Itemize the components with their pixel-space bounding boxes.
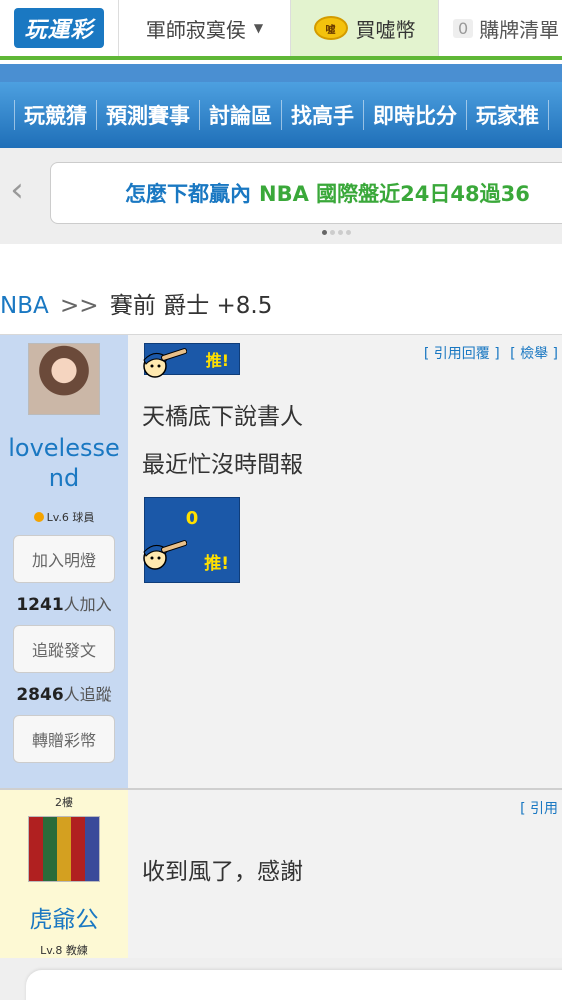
- post-text-line: 收到風了，感謝: [142, 859, 303, 885]
- post-actions: [ 引用回覆 ] [ 檢舉 ]: [418, 343, 558, 363]
- track-posts-button[interactable]: 追蹤發文: [13, 625, 115, 673]
- breadcrumb: NBA >> 賽前 爵士 +8.5: [0, 286, 272, 320]
- post-item: lovelessend Lv.6 球員 加入明燈 1241人加入 追蹤發文 28…: [0, 334, 562, 788]
- nav-item-experts[interactable]: 找高手: [282, 100, 364, 130]
- chevron-down-icon: ▼: [253, 21, 264, 35]
- breadcrumb-league-link[interactable]: NBA: [0, 293, 49, 319]
- carousel-dots: [322, 230, 351, 235]
- push-badge-label: 推!: [205, 351, 229, 370]
- nav-item-predict[interactable]: 預測賽事: [97, 100, 200, 130]
- nav-item-live-score[interactable]: 即時比分: [364, 100, 467, 130]
- light-count: 1241人加入: [16, 591, 111, 615]
- baseball-mascot-icon: [143, 540, 187, 570]
- push-button[interactable]: 0 推!: [143, 497, 240, 583]
- carousel-dot[interactable]: [322, 230, 327, 235]
- post-item: 2樓 虎爺公 Lv.8 教練 [ 引用 收到風了，感謝: [0, 788, 562, 958]
- post-actions: [ 引用: [514, 798, 558, 818]
- avatar[interactable]: [28, 343, 100, 415]
- push-badge: 推!: [143, 343, 240, 378]
- cart-count-badge: 0: [453, 18, 474, 38]
- coin-icon: 噓: [313, 16, 348, 40]
- avatar[interactable]: [28, 816, 100, 882]
- cart-label: 購牌清單: [479, 17, 560, 42]
- gift-coin-button[interactable]: 轉贈彩幣: [13, 715, 115, 763]
- top-bar: 玩運彩 軍師寂寞侯 ▼ 噓 買噓幣 0 購牌清單: [0, 0, 562, 60]
- user-name: 軍師寂寞侯: [145, 17, 246, 42]
- track-count: 2846人追蹤: [16, 681, 111, 705]
- author-level: Lv.8 教練: [40, 944, 88, 957]
- ticker-highlight: NBA 國際盤近24日48過36: [259, 182, 530, 206]
- author-sidebar: 2樓 虎爺公 Lv.8 教練: [0, 790, 128, 958]
- light-count-suffix: 人加入: [63, 595, 112, 614]
- nav-item-forum[interactable]: 討論區: [200, 100, 282, 130]
- floor-number: 2樓: [55, 796, 73, 809]
- level-label: Lv.6 球員: [46, 511, 95, 524]
- push-count: 0: [185, 508, 199, 529]
- breadcrumb-separator: >>: [60, 293, 99, 319]
- carousel-dot[interactable]: [330, 230, 335, 235]
- follow-light-button[interactable]: 加入明燈: [13, 535, 115, 583]
- nav-item-guess[interactable]: 玩競猜: [14, 100, 97, 130]
- post-text-line: 天橋底下說書人: [142, 404, 303, 430]
- reply-panel[interactable]: [26, 970, 562, 1000]
- carousel-dot[interactable]: [346, 230, 351, 235]
- report-link[interactable]: [ 檢舉 ]: [510, 346, 558, 362]
- track-count-suffix: 人追蹤: [63, 685, 112, 704]
- post-text-line: 最近忙沒時間報: [142, 452, 303, 478]
- ticker-banner[interactable]: 怎麼下都贏內 NBA 國際盤近24日48過36: [50, 162, 562, 224]
- baseball-mascot-icon: [143, 348, 187, 378]
- logo-text: 玩運彩: [14, 8, 104, 48]
- buy-coin-label: 買噓幣: [355, 17, 416, 42]
- cart-button[interactable]: 0 購牌清單: [438, 0, 562, 56]
- ticker-carousel: ‹ 怎麼下都贏內 NBA 國際盤近24日48過36: [0, 148, 562, 244]
- quote-reply-link[interactable]: [ 引用回覆 ]: [424, 346, 500, 362]
- buy-coin-button[interactable]: 噓 買噓幣: [290, 0, 438, 56]
- push-button-label: 推!: [204, 554, 229, 574]
- quote-reply-link[interactable]: [ 引用: [520, 801, 558, 817]
- chevron-left-icon[interactable]: ‹: [2, 170, 32, 210]
- main-nav: 玩競猜 預測賽事 討論區 找高手 即時比分 玩家推: [0, 64, 562, 148]
- post-content: 推! [ 引用回覆 ] [ 檢舉 ] 天橋底下說書人 最近忙沒時間報 0 推!: [142, 335, 562, 788]
- light-count-number: 1241: [16, 595, 64, 615]
- ticker-text: 怎麼下都贏內: [125, 182, 251, 206]
- site-logo[interactable]: 玩運彩: [0, 0, 118, 56]
- author-sidebar: lovelessend Lv.6 球員 加入明燈 1241人加入 追蹤發文 28…: [0, 335, 128, 788]
- author-level: Lv.6 球員: [33, 509, 95, 525]
- author-username[interactable]: 虎爺公: [30, 900, 99, 934]
- track-count-number: 2846: [16, 685, 64, 705]
- level-icon: [33, 512, 44, 522]
- page-title: 賽前 爵士 +8.5: [109, 293, 273, 319]
- author-username[interactable]: lovelessend: [4, 433, 124, 493]
- nav-item-players[interactable]: 玩家推: [467, 100, 549, 130]
- carousel-dot[interactable]: [338, 230, 343, 235]
- user-menu[interactable]: 軍師寂寞侯 ▼: [118, 0, 290, 56]
- post-content: [ 引用 收到風了，感謝: [142, 790, 562, 958]
